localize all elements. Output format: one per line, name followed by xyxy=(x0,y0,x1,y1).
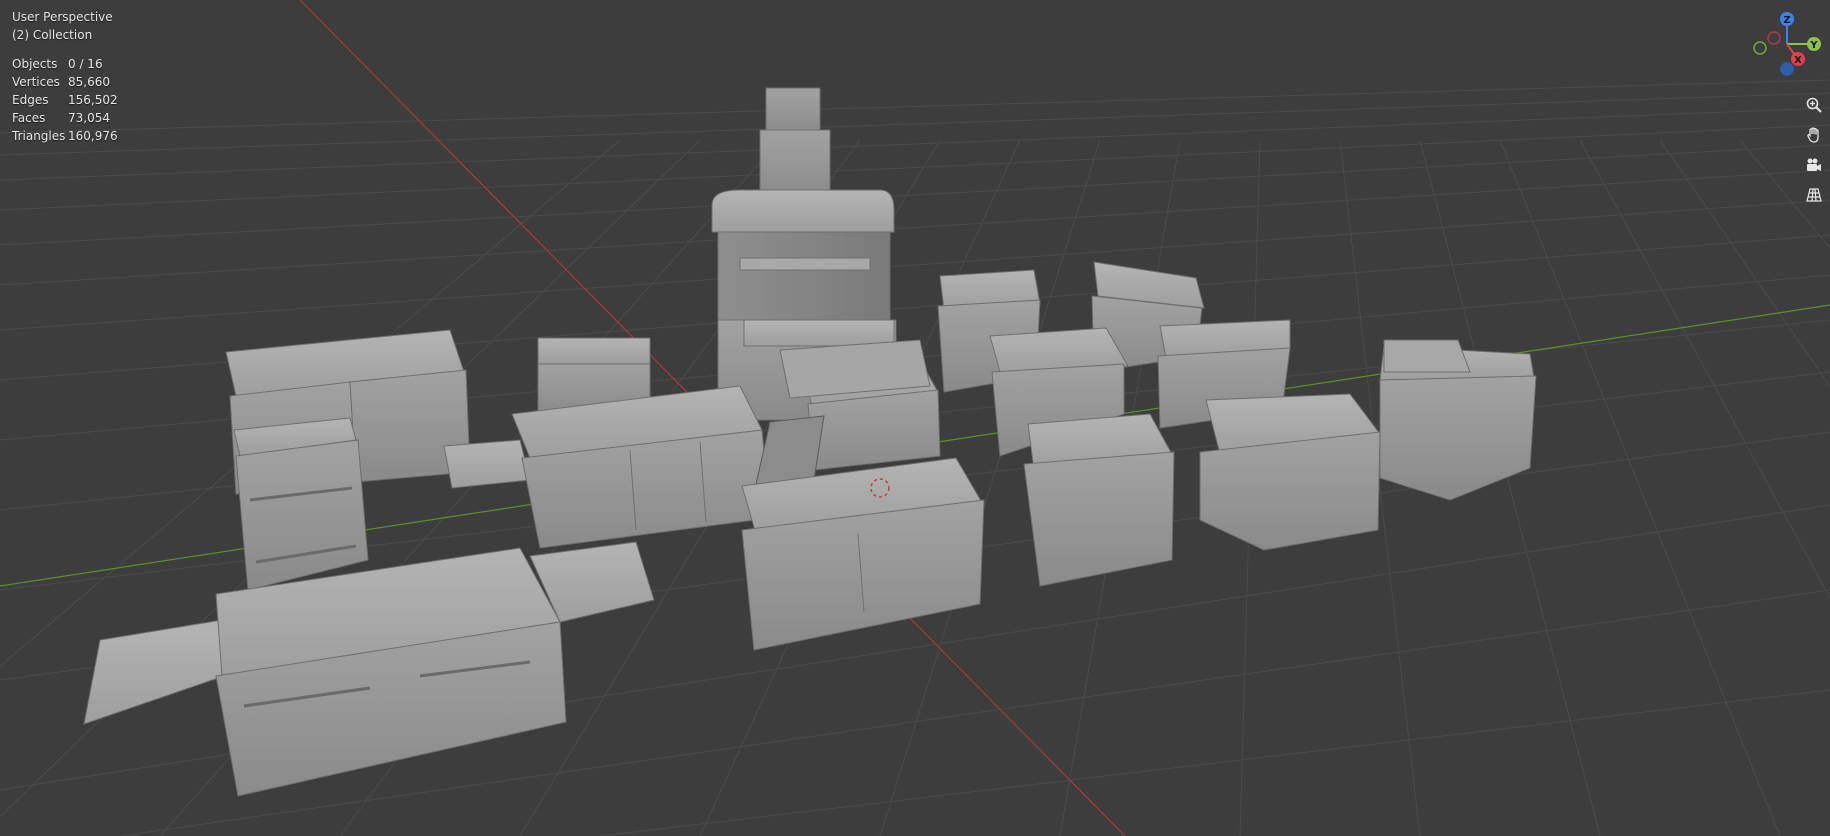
gizmo-neg-x[interactable] xyxy=(1767,31,1781,45)
hand-icon xyxy=(1807,127,1819,143)
stove-left-stack[interactable] xyxy=(225,329,471,591)
zoom-view-button[interactable] xyxy=(1801,92,1827,118)
gizmo-y-label: Y xyxy=(1809,40,1818,51)
stat-label: Triangles xyxy=(12,129,66,143)
stat-row: Triangles 160,976 xyxy=(12,127,118,145)
oven-small-left[interactable] xyxy=(1023,413,1175,587)
camera-icon xyxy=(1807,158,1821,171)
ortho-toggle-button[interactable] xyxy=(1801,182,1827,208)
stat-value: 85,660 xyxy=(68,75,110,89)
griddle-with-sides[interactable] xyxy=(83,541,655,797)
stat-label: Edges xyxy=(12,93,49,107)
magnifier-plus-icon xyxy=(1806,97,1822,113)
stove-far-right[interactable] xyxy=(1383,339,1471,373)
stat-label: Vertices xyxy=(12,75,60,89)
stat-row: Faces 73,054 xyxy=(12,109,118,127)
grid-icon xyxy=(1806,188,1822,202)
stat-value: 73,054 xyxy=(68,111,110,125)
view-info: User Perspective (2) Collection xyxy=(12,8,113,44)
stat-row: Edges 156,502 xyxy=(12,91,118,109)
view-name: User Perspective xyxy=(12,10,113,24)
stat-label: Faces xyxy=(12,111,46,125)
collection-name: (2) Collection xyxy=(12,28,93,42)
camera-view-button[interactable] xyxy=(1801,152,1827,178)
stat-value: 156,502 xyxy=(68,93,118,107)
gizmo-z-label: Z xyxy=(1783,15,1790,26)
stat-label: Objects xyxy=(12,57,58,71)
3d-viewport[interactable]: User Perspective (2) Collection Objects 0… xyxy=(0,0,1830,836)
stat-value: 0 / 16 xyxy=(68,57,103,71)
gizmo-neg-z[interactable] xyxy=(1780,62,1794,76)
stat-row: Objects 0 / 16 xyxy=(12,55,118,73)
gizmo-x-label: X xyxy=(1794,55,1802,66)
stat-row: Vertices 85,660 xyxy=(12,73,118,91)
scene-canvas[interactable] xyxy=(0,0,1830,836)
stove-right-5[interactable] xyxy=(1199,393,1381,551)
stat-value: 160,976 xyxy=(68,129,118,143)
navigation-gizmo[interactable]: Z Y X xyxy=(1744,6,1830,92)
gizmo-neg-y[interactable] xyxy=(1753,41,1767,55)
statistics-overlay: Objects 0 / 16 Vertices 85,660 Edges 156,50… xyxy=(12,55,118,145)
pan-view-button[interactable] xyxy=(1801,122,1827,148)
counter-range-griddle[interactable] xyxy=(443,385,771,549)
